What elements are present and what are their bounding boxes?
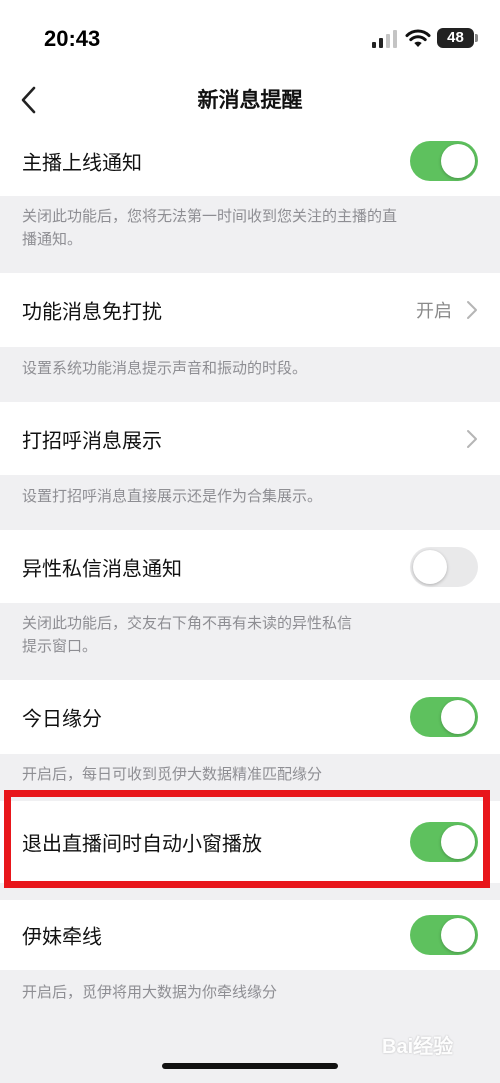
description-line: 设置打招呼消息直接展示还是作为合集展示。	[22, 487, 323, 505]
status-bar: 20:43 48	[0, 0, 500, 78]
highlight-annotation	[4, 790, 490, 888]
daily-match-toggle[interactable]	[410, 697, 478, 737]
toggle-knob	[413, 549, 447, 584]
setting-description: 关闭此功能后，您将无法第一时间收到您关注的主播的直 播通知。	[22, 205, 442, 251]
status-time: 20:43	[44, 26, 101, 51]
setting-description: 关闭此功能后，交友右下角不再有未读的异性私信 提示窗口。	[22, 612, 442, 658]
chevron-right-icon	[467, 429, 477, 448]
setting-label: 异性私信消息通知	[22, 556, 182, 580]
toggle-knob	[441, 700, 475, 734]
battery-icon: 48	[437, 28, 478, 48]
toggle-knob	[441, 144, 475, 178]
home-indicator[interactable]	[162, 1063, 338, 1069]
setting-label: 功能消息免打扰	[22, 299, 162, 324]
toggle-knob	[441, 918, 475, 952]
setting-row-greeting-display[interactable]: 打招呼消息展示	[0, 402, 500, 475]
description-line: 关闭此功能后，交友右下角不再有未读的异性私信	[22, 614, 353, 632]
setting-description: 设置系统功能消息提示声音和振动的时段。	[22, 357, 442, 380]
setting-row-do-not-disturb[interactable]: 功能消息免打扰 开启	[0, 273, 500, 347]
setting-description: 开启后，觅伊将用大数据为你牵线缘分	[22, 981, 442, 1004]
setting-row-private-message: 异性私信消息通知	[0, 530, 500, 603]
setting-label: 主播上线通知	[22, 150, 142, 175]
setting-row-streamer-online: 主播上线通知	[0, 126, 500, 196]
description-line: 开启后，觅伊将用大数据为你牵线缘分	[22, 983, 278, 1001]
setting-label: 伊妹牵线	[22, 924, 102, 949]
chevron-right-icon	[467, 301, 477, 319]
streamer-online-toggle[interactable]	[410, 141, 478, 181]
description-line: 设置系统功能消息提示声音和振动的时段。	[22, 359, 308, 377]
setting-row-matchmaking: 伊妹牵线	[0, 900, 500, 970]
wifi-icon	[405, 29, 431, 47]
setting-description: 设置打招呼消息直接展示还是作为合集展示。	[22, 485, 442, 508]
watermark-logo: Bai经验	[382, 1036, 454, 1058]
description-line: 提示窗口。	[22, 637, 98, 655]
setting-label: 打招呼消息展示	[22, 428, 162, 452]
setting-description: 开启后，每日可收到觅伊大数据精准匹配缘分	[22, 763, 442, 786]
page-title: 新消息提醒	[197, 88, 303, 112]
description-line: 关闭此功能后，您将无法第一时间收到您关注的主播的直	[22, 207, 398, 225]
private-message-toggle[interactable]	[410, 546, 478, 587]
setting-label: 今日缘分	[22, 706, 102, 731]
nav-bar: 新消息提醒	[0, 78, 500, 126]
setting-value: 开启	[416, 301, 452, 322]
cellular-signal-icon	[372, 30, 398, 48]
matchmaking-toggle[interactable]	[410, 915, 478, 955]
description-line: 播通知。	[22, 230, 83, 248]
setting-row-daily-match: 今日缘分	[0, 680, 500, 754]
description-line: 开启后，每日可收到觅伊大数据精准匹配缘分	[22, 765, 323, 783]
